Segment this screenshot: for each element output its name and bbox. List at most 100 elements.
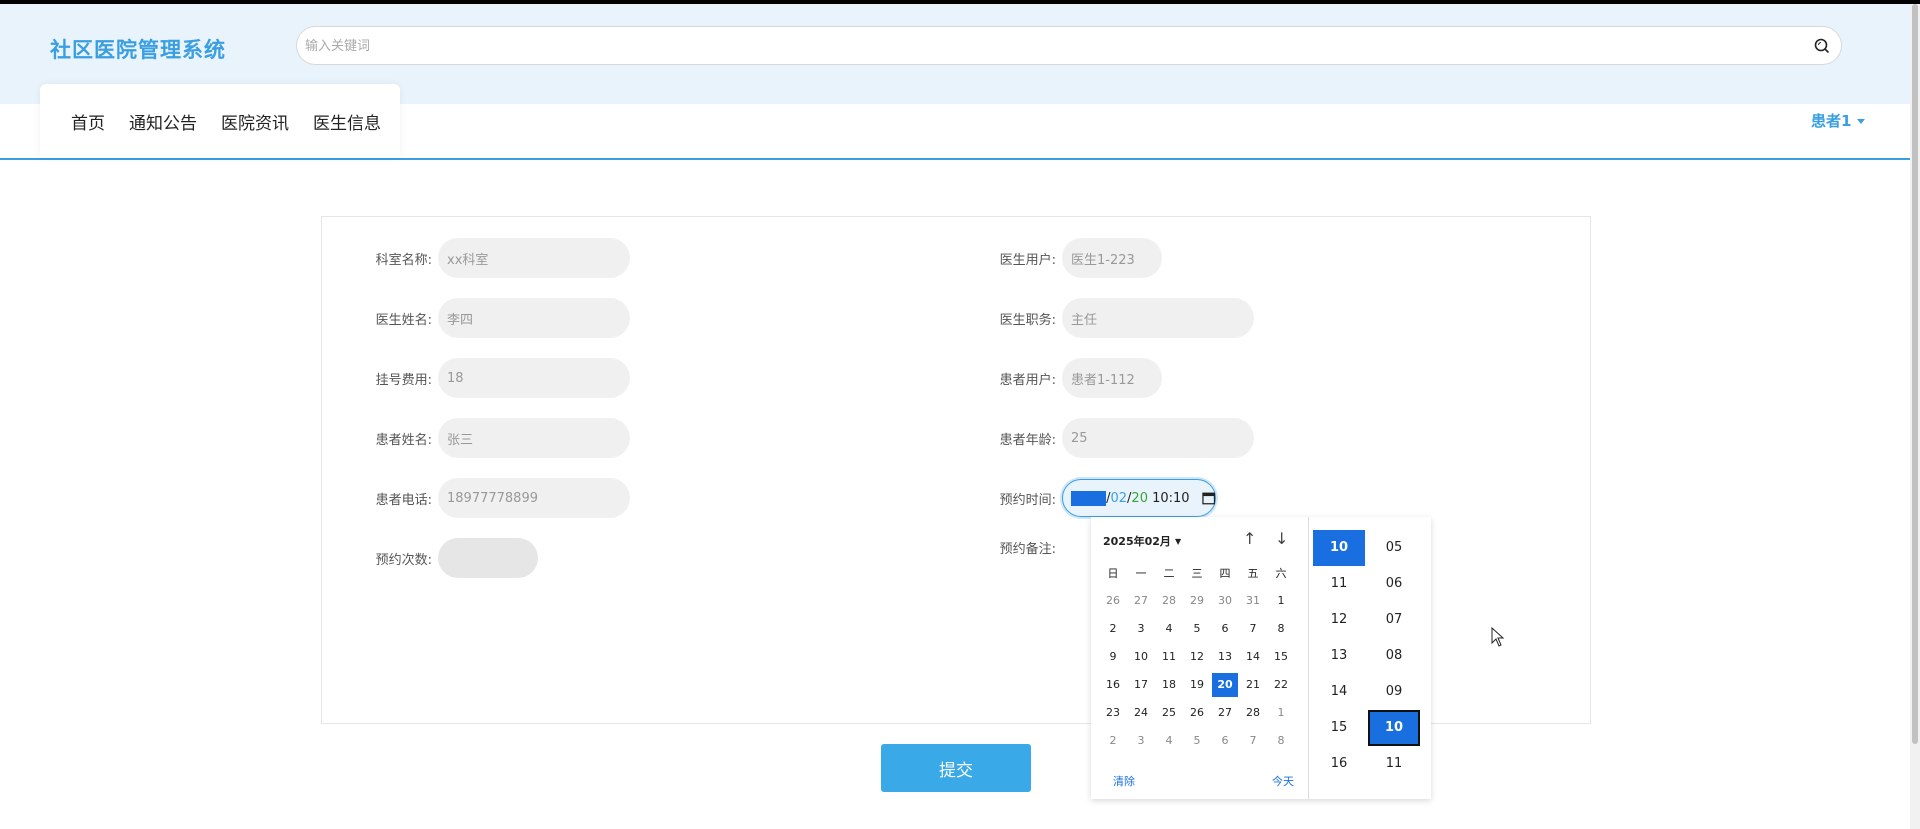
calendar-day[interactable]: 11 <box>1156 645 1182 669</box>
search-box[interactable] <box>296 26 1842 65</box>
hour-option[interactable]: 12 <box>1313 602 1365 638</box>
calendar-day[interactable]: 19 <box>1184 673 1210 697</box>
calendar-day[interactable]: 18 <box>1156 673 1182 697</box>
calendar-day[interactable]: 31 <box>1240 589 1266 613</box>
calendar-day[interactable]: 8 <box>1268 729 1294 753</box>
hour-option-selected[interactable]: 10 <box>1313 530 1365 566</box>
visit-count-input[interactable] <box>438 538 538 578</box>
calendar-day[interactable]: 27 <box>1212 701 1238 725</box>
hour-option[interactable]: 13 <box>1313 638 1365 674</box>
weekday-label: 四 <box>1219 567 1231 580</box>
minute-option[interactable]: 11 <box>1368 746 1420 782</box>
today-button[interactable]: 今天 <box>1272 773 1294 789</box>
fee-input[interactable]: 18 <box>438 358 630 398</box>
hour-column[interactable]: 10 11 12 13 14 15 16 <box>1313 530 1365 782</box>
field-label: 预约备注: <box>999 542 1056 557</box>
calendar-day[interactable]: 12 <box>1184 645 1210 669</box>
user-menu[interactable]: 患者1 <box>1811 110 1866 131</box>
minute-option[interactable]: 08 <box>1368 638 1420 674</box>
field-label: 患者年龄: <box>999 432 1056 448</box>
calendar-day[interactable]: 2 <box>1100 729 1126 753</box>
minute-option[interactable]: 05 <box>1368 530 1420 566</box>
calendar-day[interactable]: 7 <box>1240 729 1266 753</box>
scrollbar-thumb[interactable] <box>1912 4 1918 744</box>
search-icon[interactable] <box>1813 37 1831 55</box>
calendar-day[interactable]: 4 <box>1156 729 1182 753</box>
arrow-down-icon[interactable]: ↓ <box>1275 529 1288 548</box>
field-label: 患者姓名: <box>375 432 432 448</box>
calendar-day-selected[interactable]: 20 <box>1212 673 1238 697</box>
submit-button[interactable]: 提交 <box>881 744 1031 792</box>
patient-phone-input[interactable]: 18977778899 <box>438 478 630 518</box>
calendar-day[interactable]: 28 <box>1156 589 1182 613</box>
page-scrollbar[interactable] <box>1910 4 1920 829</box>
datetime-time-segment[interactable]: 10:10 <box>1152 491 1189 506</box>
search-input[interactable] <box>305 35 1785 57</box>
nav-item-home[interactable]: 首页 <box>71 109 105 134</box>
calendar-day[interactable]: 6 <box>1212 729 1238 753</box>
calendar-day[interactable]: 24 <box>1128 701 1154 725</box>
nav-item-notices[interactable]: 通知公告 <box>129 109 197 134</box>
calendar-day[interactable]: 1 <box>1268 589 1294 613</box>
calendar-day[interactable]: 22 <box>1268 673 1294 697</box>
calendar-day[interactable]: 5 <box>1184 617 1210 641</box>
calendar-day[interactable]: 23 <box>1100 701 1126 725</box>
calendar-day[interactable]: 6 <box>1212 617 1238 641</box>
appointment-datetime-input[interactable]: 2025/02/20 10:10 <box>1062 479 1216 517</box>
calendar-day[interactable]: 8 <box>1268 617 1294 641</box>
patient-age-input[interactable]: 25 <box>1062 418 1254 458</box>
calendar-day[interactable]: 25 <box>1156 701 1182 725</box>
hour-option[interactable]: 11 <box>1313 566 1365 602</box>
arrow-up-icon[interactable]: ↑ <box>1243 529 1256 548</box>
calendar-day[interactable]: 7 <box>1240 617 1266 641</box>
calendar-day[interactable]: 17 <box>1128 673 1154 697</box>
calendar-days: 26 27 28 29 30 31 1 2 3 4 5 6 7 8 9 10 1… <box>1099 587 1299 755</box>
minute-column[interactable]: 05 06 07 08 09 10 11 <box>1368 530 1420 782</box>
calendar-day[interactable]: 26 <box>1100 589 1126 613</box>
department-input[interactable]: xx科室 <box>438 238 630 278</box>
patient-name-input[interactable]: 张三 <box>438 418 630 458</box>
calendar-day[interactable]: 3 <box>1128 729 1154 753</box>
calendar-day[interactable]: 27 <box>1128 589 1154 613</box>
minute-option[interactable]: 09 <box>1368 674 1420 710</box>
calendar-icon[interactable] <box>1201 491 1215 505</box>
doctor-user-input[interactable]: 医生1-223 <box>1062 238 1162 278</box>
calendar-day[interactable]: 14 <box>1240 645 1266 669</box>
nav-item-news[interactable]: 医院资讯 <box>221 109 289 134</box>
calendar-day[interactable]: 29 <box>1184 589 1210 613</box>
datetime-day-segment[interactable]: 20 <box>1131 491 1148 506</box>
main-nav: 首页 通知公告 医院资讯 医生信息 <box>40 84 400 158</box>
nav-item-doctors[interactable]: 医生信息 <box>313 109 381 134</box>
calendar-day[interactable]: 2 <box>1100 617 1126 641</box>
minute-option[interactable]: 06 <box>1368 566 1420 602</box>
calendar-day[interactable]: 21 <box>1240 673 1266 697</box>
patient-user-input[interactable]: 患者1-112 <box>1062 358 1162 398</box>
minute-option[interactable]: 07 <box>1368 602 1420 638</box>
hour-option[interactable]: 16 <box>1313 746 1365 782</box>
month-selector[interactable]: 2025年02月 ▼ <box>1103 533 1181 549</box>
calendar-day[interactable]: 10 <box>1128 645 1154 669</box>
calendar-day[interactable]: 26 <box>1184 701 1210 725</box>
field-label: 科室名称: <box>375 252 432 268</box>
calendar-day[interactable]: 4 <box>1156 617 1182 641</box>
calendar-day[interactable]: 30 <box>1212 589 1238 613</box>
field-patient-user: 患者用户: 患者1-112 <box>984 358 1162 398</box>
clear-button[interactable]: 清除 <box>1113 773 1135 789</box>
calendar-day[interactable]: 1 <box>1268 701 1294 725</box>
minute-option-selected[interactable]: 10 <box>1368 710 1420 746</box>
calendar-day[interactable]: 9 <box>1100 645 1126 669</box>
calendar-day[interactable]: 15 <box>1268 645 1294 669</box>
calendar-day[interactable]: 3 <box>1128 617 1154 641</box>
calendar-day[interactable]: 16 <box>1100 673 1126 697</box>
calendar-day[interactable]: 28 <box>1240 701 1266 725</box>
doctor-title-input[interactable]: 主任 <box>1062 298 1254 338</box>
calendar-day[interactable]: 5 <box>1184 729 1210 753</box>
datetime-year-segment[interactable]: 2025 <box>1071 490 1107 506</box>
app-logo-title[interactable]: 社区医院管理系统 <box>50 34 226 64</box>
hour-option[interactable]: 15 <box>1313 710 1365 746</box>
hour-option[interactable]: 14 <box>1313 674 1365 710</box>
mouse-cursor-icon <box>1491 627 1505 647</box>
calendar-day[interactable]: 13 <box>1212 645 1238 669</box>
doctor-name-input[interactable]: 李四 <box>438 298 630 338</box>
datetime-month-segment[interactable]: 02 <box>1110 491 1127 506</box>
